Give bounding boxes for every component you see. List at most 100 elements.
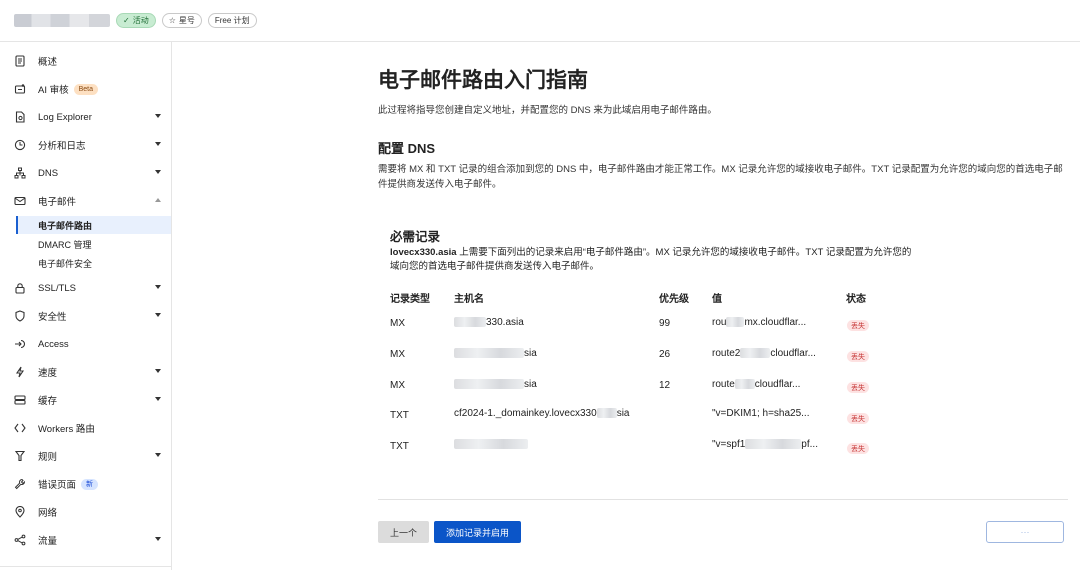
status-badge-missing: 丢失 [847, 351, 869, 362]
chevron-down-icon [155, 313, 161, 317]
redacted-text [454, 439, 528, 450]
sidebar-divider [0, 566, 171, 567]
wrench-icon [14, 478, 26, 490]
chevron-up-icon [155, 198, 161, 202]
chevron-down-icon [155, 114, 161, 118]
redacted-text [734, 379, 755, 390]
record-host: sia [454, 379, 537, 390]
email-icon [14, 195, 26, 207]
record-host: cf2024-1._domainkey.lovecx330 sia [454, 408, 630, 419]
rules-icon [14, 450, 26, 462]
sidebar-item-cache[interactable]: 缓存 [0, 386, 171, 414]
column-header-status: 状态 [846, 294, 866, 305]
record-value: rou mx.cloudflar... [712, 317, 807, 328]
column-header-priority: 优先级 [659, 294, 689, 305]
redacted-text [454, 379, 524, 390]
star-icon: ☆ [168, 16, 176, 25]
redacted-text [745, 439, 802, 450]
loading-button[interactable]: ··· [986, 521, 1064, 543]
record-type: MX [390, 349, 405, 360]
sidebar-item-ssl-tls[interactable]: SSL/TLS [0, 274, 171, 302]
location-pin-icon [14, 506, 26, 518]
plan-badge[interactable]: Free 计划 [207, 13, 257, 28]
chevron-down-icon [155, 170, 161, 174]
required-records-description: lovecx330.asia 上需要下面列出的记录来启用“电子邮件路由”。MX … [390, 247, 912, 272]
sidebar-item-speed[interactable]: 速度 [0, 358, 171, 386]
column-header-host: 主机名 [454, 294, 484, 305]
redacted-text [454, 348, 524, 359]
page-title: 电子邮件路由入门指南 [378, 69, 588, 92]
lock-icon [14, 282, 26, 294]
new-tag: 新 [81, 478, 99, 490]
chevron-down-icon [155, 537, 161, 541]
log-file-icon [14, 111, 26, 123]
sidebar-item-security[interactable]: 安全性 [0, 302, 171, 330]
sidebar-item-dns[interactable]: DNS [0, 159, 171, 187]
cache-server-icon [14, 394, 26, 406]
sidebar-item-error-pages[interactable]: 错误页面 新 [0, 470, 171, 498]
status-badge-missing: 丢失 [847, 443, 869, 454]
record-type: MX [390, 380, 405, 391]
record-priority: 99 [659, 318, 671, 329]
record-value: route2 cloudflar... [712, 348, 816, 359]
record-value: route cloudflar... [712, 379, 801, 390]
record-value: "v=spf1 pf... [712, 439, 818, 450]
analytics-clock-icon [14, 139, 26, 151]
sidebar-item-workers-routes[interactable]: Workers 路由 [0, 414, 171, 442]
sidebar-item-access[interactable]: Access [0, 330, 171, 358]
section-title: 配置 DNS [378, 141, 436, 156]
record-host [454, 439, 528, 450]
redacted-text [726, 317, 745, 328]
section-description: 需要将 MX 和 TXT 记录的组合添加到您的 DNS 中，电子邮件路由才能正常… [378, 164, 1063, 190]
record-value: "v=DKIM1; h=sha25... [712, 408, 810, 419]
status-badge: ✓ 活动 [116, 13, 156, 28]
required-records-title: 必需记录 [390, 230, 441, 244]
sidebar-subitem-email-routing[interactable]: 电子邮件路由 [16, 216, 171, 234]
top-bar: ✓ 活动 ☆ 星号 Free 计划 [0, 0, 1080, 42]
check-icon: ✓ [123, 16, 130, 25]
sidebar-subitem-email-security[interactable]: 电子邮件安全 [16, 254, 171, 272]
chevron-down-icon [155, 285, 161, 289]
record-priority: 26 [659, 349, 671, 360]
sidebar: 概述 AI 审核 Beta Log Explorer 分析和日志 DNS 电子邮… [0, 42, 172, 570]
record-host: sia [454, 348, 537, 359]
workers-icon [14, 422, 26, 434]
ai-audit-icon [14, 83, 26, 95]
add-records-and-enable-button[interactable]: 添加记录并启用 [434, 521, 521, 543]
redacted-text [596, 408, 617, 419]
sidebar-item-traffic[interactable]: 流量 [0, 526, 171, 554]
sidebar-item-ai-audit[interactable]: AI 审核 Beta [0, 75, 171, 103]
record-type: TXT [390, 441, 409, 452]
sidebar-item-overview[interactable]: 概述 [0, 47, 171, 75]
status-badge-missing: 丢失 [847, 382, 869, 393]
redacted-text [740, 348, 771, 359]
chevron-down-icon [155, 397, 161, 401]
chevron-down-icon [155, 453, 161, 457]
record-priority: 12 [659, 380, 671, 391]
shield-icon [14, 310, 26, 322]
status-badge-missing: 丢失 [847, 320, 869, 331]
document-icon [14, 55, 26, 67]
previous-button[interactable]: 上一个 [378, 521, 429, 543]
column-header-type: 记录类型 [390, 294, 430, 305]
star-button[interactable]: ☆ 星号 [161, 13, 202, 28]
record-type: TXT [390, 410, 409, 421]
status-badge-missing: 丢失 [847, 413, 869, 424]
column-header-value: 值 [712, 294, 722, 305]
sidebar-item-log-explorer[interactable]: Log Explorer [0, 103, 171, 131]
sidebar-item-email[interactable]: 电子邮件 [0, 187, 171, 215]
record-type: MX [390, 318, 405, 329]
sidebar-item-network[interactable]: 网络 [0, 498, 171, 526]
access-arrow-icon [14, 338, 26, 350]
lightning-icon [14, 366, 26, 378]
domain-name-redacted [14, 14, 110, 27]
sidebar-subitem-dmarc[interactable]: DMARC 管理 [16, 235, 171, 253]
chevron-down-icon [155, 142, 161, 146]
sidebar-item-analytics[interactable]: 分析和日志 [0, 131, 171, 159]
chevron-down-icon [155, 369, 161, 373]
traffic-icon [14, 534, 26, 546]
footer-divider [378, 499, 1068, 500]
dns-network-icon [14, 167, 26, 179]
sidebar-item-rules[interactable]: 规则 [0, 442, 171, 470]
redacted-text [454, 317, 486, 328]
